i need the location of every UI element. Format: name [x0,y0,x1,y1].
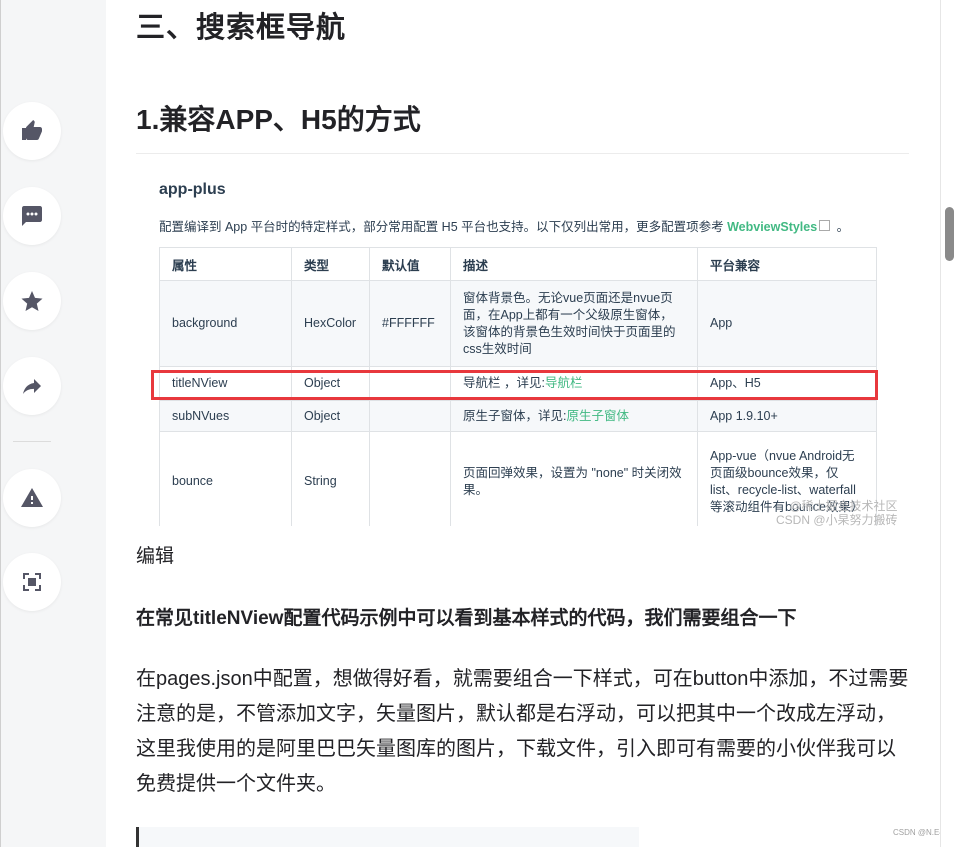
watermark: @稀土掘金技术社区 CSDN @小杲努力搬砖 [776,499,898,526]
watermark-line: @稀土掘金技术社区 [789,499,898,513]
table-cell: String [291,431,370,526]
report-button[interactable] [3,469,61,527]
table-cell: App 1.9.10+ [697,400,877,432]
comment-icon [22,206,42,226]
webview-styles-link[interactable]: WebviewStyles [727,220,817,234]
doc-description: 配置编译到 App 平台时的特定样式，部分常用配置 H5 平台也支持。以下仅列出… [159,216,849,235]
table-cell: 页面回弹效果，设置为 "none" 时关闭效果。 [450,431,698,526]
section-heading: 三、搜索框导航 [136,12,347,44]
corner-watermark: CSDN @N.E4 [893,828,944,837]
fullscreen-icon [23,573,41,591]
table-cell: #FFFFFF [369,280,451,367]
table-cell [369,400,451,432]
warning-icon [21,488,43,507]
doc-title: app-plus [159,181,226,198]
doc-description-text: 配置编译到 App 平台时的特定样式，部分常用配置 H5 平台也支持。以下仅列出… [159,220,728,234]
column-header: 类型 [291,247,370,281]
subnvue-link[interactable]: 原生子窗体 [566,409,629,423]
star-icon [21,291,43,311]
page: 三、搜索框导航 1.兼容APP、H5的方式 app-plus 配置编译到 App… [0,0,960,847]
toolbar-divider [13,441,51,442]
share-button[interactable] [3,357,61,415]
image-caption: 编辑 [136,546,175,567]
table-cell: App [697,280,877,367]
column-header: 描述 [450,247,698,281]
table-cell: HexColor [291,280,370,367]
column-header: 平台兼容 [697,247,877,281]
left-toolbar [0,0,107,847]
focus-mode-button[interactable] [3,553,61,611]
watermark-line: CSDN @小杲努力搬砖 [776,513,898,526]
subsection-heading: 1.兼容APP、H5的方式 [136,104,421,135]
like-button[interactable] [3,102,61,160]
table-cell [369,431,451,526]
table-cell: 原生子窗体，详见:原生子窗体 [450,400,698,432]
thumbs-up-icon [22,120,42,140]
comment-button[interactable] [3,187,61,245]
table-cell: bounce [159,431,292,526]
table-cell: Object [291,400,370,432]
scrollbar-track[interactable] [940,0,960,847]
code-block [136,827,639,847]
doc-description-end: 。 [833,220,850,234]
table-row: bounce String 页面回弹效果，设置为 "none" 时关闭效果。 A… [159,431,877,526]
cell-text: 原生子窗体，详见: [463,408,567,423]
table-cell: subNVues [159,400,292,432]
table-header-row: 属性 类型 默认值 描述 平台兼容 [159,247,877,281]
column-header: 默认值 [369,247,451,281]
embedded-screenshot: app-plus 配置编译到 App 平台时的特定样式，部分常用配置 H5 平台… [136,170,909,526]
table-cell: background [159,280,292,367]
favorite-button[interactable] [3,272,61,330]
heading-divider [136,153,909,154]
table-row: background HexColor #FFFFFF 窗体背景色。无论vue页… [159,280,877,367]
share-icon [23,379,41,394]
table-row: subNVues Object 原生子窗体，详见:原生子窗体 App 1.9.1… [159,400,877,432]
body-paragraph: 在pages.json中配置，想做得好看，就需要组合一下样式，可在button中… [136,668,909,795]
highlight-box [151,370,878,400]
table-cell: 窗体背景色。无论vue页面还是nvue页面，在App上都有一个父级原生窗体，该窗… [450,280,698,367]
bold-paragraph: 在常见titleNView配置代码示例中可以看到基本样式的代码，我们需要组合一下 [136,608,797,629]
column-header: 属性 [159,247,292,281]
external-link-icon [819,220,831,231]
scrollbar-thumb[interactable] [945,207,954,261]
